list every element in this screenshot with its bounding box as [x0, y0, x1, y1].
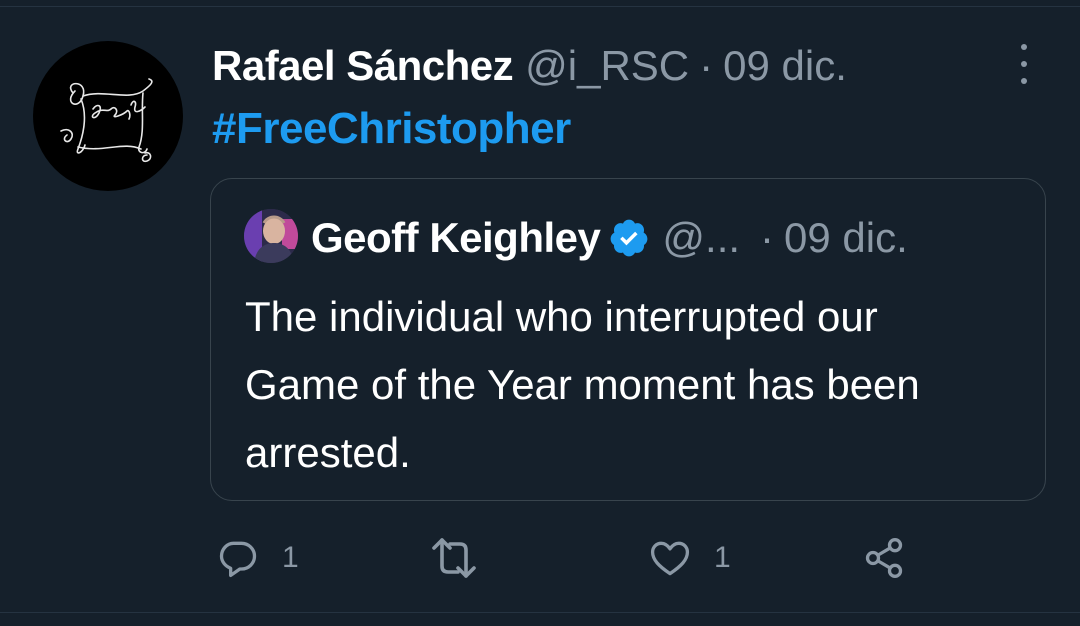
tweet-header: Rafael Sánchez @i_RSC · 09 dic.	[212, 38, 847, 94]
verified-icon	[608, 217, 650, 259]
separator-dot: ·	[699, 42, 714, 89]
tweet-date[interactable]: 09 dic.	[723, 42, 847, 90]
quoted-author-avatar[interactable]	[244, 209, 298, 263]
author-avatar[interactable]	[33, 41, 183, 191]
quoted-author-handle[interactable]: @...	[662, 214, 740, 262]
reply-icon	[219, 541, 257, 578]
author-handle[interactable]: @i_RSC	[525, 42, 689, 90]
quoted-tweet-date[interactable]: 09 dic.	[784, 214, 908, 262]
like-button[interactable]: 1	[648, 536, 731, 580]
retweet-icon	[432, 538, 476, 578]
share-icon	[865, 538, 903, 578]
signature-logo-icon	[60, 78, 153, 163]
quoted-tweet-header: Geoff Keighley @... · 09 dic.	[311, 210, 908, 266]
person-photo-icon	[244, 209, 298, 263]
like-count: 1	[714, 541, 731, 574]
author-name[interactable]: Rafael Sánchez	[212, 42, 514, 90]
quoted-author-name[interactable]: Geoff Keighley	[311, 214, 601, 262]
share-button[interactable]	[862, 536, 906, 580]
quoted-tweet[interactable]: Geoff Keighley @... · 09 dic. The indivi…	[210, 178, 1046, 501]
quoted-tweet-text: The individual who interrupted our Game …	[245, 293, 920, 476]
reply-count: 1	[282, 541, 299, 574]
tweet-text[interactable]: #FreeChristopher	[212, 104, 571, 154]
more-icon[interactable]	[1010, 44, 1038, 84]
separator-dot: ·	[760, 214, 775, 261]
like-icon	[650, 541, 690, 576]
bottom-divider	[0, 612, 1080, 613]
retweet-button[interactable]	[428, 536, 480, 580]
top-divider	[0, 6, 1080, 7]
reply-button[interactable]: 1	[216, 536, 299, 580]
